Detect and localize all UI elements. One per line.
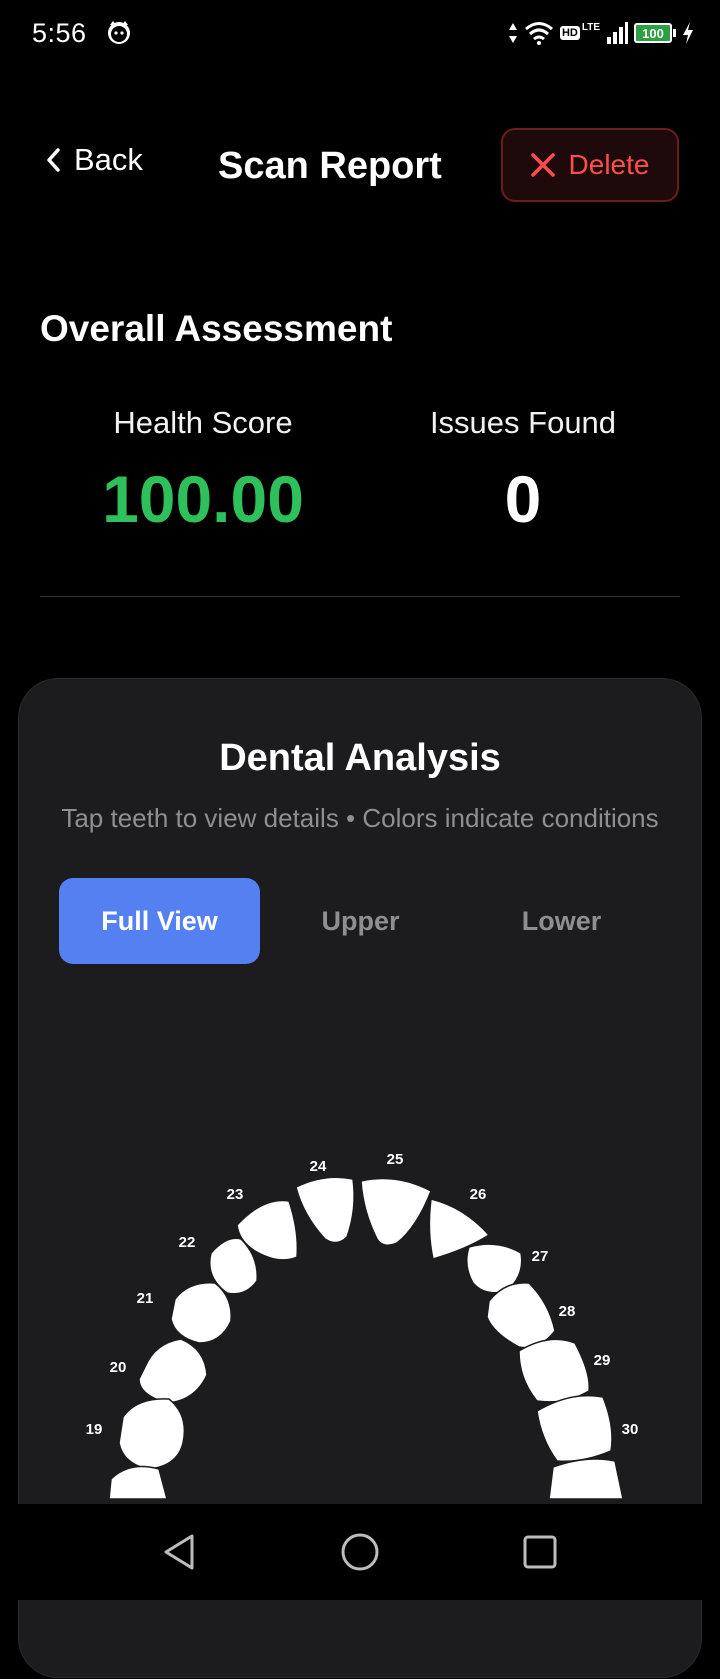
tooth-29[interactable]	[518, 1338, 590, 1403]
tooth-20[interactable]	[138, 1338, 208, 1404]
tooth-label: 28	[559, 1303, 576, 1320]
status-time: 5:56	[32, 18, 87, 48]
tooth-label: 24	[310, 1158, 327, 1175]
tooth-19[interactable]	[118, 1398, 186, 1470]
tooth-label: 21	[137, 1290, 154, 1307]
tooth-label: 20	[110, 1359, 127, 1376]
page-title: Scan Report	[218, 145, 442, 187]
recents-square-icon	[523, 1535, 557, 1569]
tooth-label: 30	[622, 1421, 639, 1438]
issues-found-value: 0	[504, 462, 542, 536]
tooth-label: 22	[179, 1234, 196, 1251]
health-score-metric: Health Score 100.00	[53, 405, 353, 537]
tooth-24[interactable]	[295, 1176, 355, 1244]
back-triangle-icon	[164, 1534, 194, 1570]
tooth-21[interactable]	[170, 1282, 232, 1344]
data-arrows-icon	[508, 23, 517, 43]
tooth-label: 26	[470, 1186, 487, 1203]
nav-back-button[interactable]	[150, 1522, 210, 1582]
home-circle-icon	[341, 1533, 379, 1571]
health-score-value: 100.00	[102, 462, 304, 536]
issues-found-label: Issues Found	[429, 405, 617, 440]
nav-recents-button[interactable]	[510, 1522, 570, 1582]
delete-button[interactable]: Delete	[501, 128, 679, 202]
health-score-label: Health Score	[113, 405, 293, 440]
tooth-label: 23	[227, 1186, 244, 1203]
close-icon	[530, 153, 555, 177]
divider	[40, 596, 680, 597]
tooth-label: 29	[594, 1352, 611, 1369]
tooth-label: 19	[86, 1421, 103, 1438]
tooth-25[interactable]	[360, 1177, 432, 1246]
battery-icon: 100	[634, 23, 676, 43]
nav-home-button[interactable]	[330, 1522, 390, 1582]
wifi-icon	[524, 22, 553, 45]
back-label: Back	[74, 142, 143, 177]
battery-level: 100	[642, 25, 664, 41]
delete-label: Delete	[568, 149, 650, 180]
tooth-label: 25	[387, 1151, 404, 1168]
tooth-partial-right	[548, 1458, 624, 1500]
charging-icon	[683, 22, 693, 44]
header: Back Scan Report Delete	[0, 120, 720, 210]
tooth-partial-left	[108, 1465, 168, 1500]
signal-icon	[607, 22, 628, 44]
cat-notification-icon	[108, 21, 130, 44]
chevron-left-icon	[47, 148, 60, 172]
hd-badge: HD	[559, 26, 580, 40]
issues-found-metric: Issues Found 0	[373, 405, 673, 537]
system-nav-bar	[0, 1504, 720, 1600]
status-icons: HD LTE 100	[508, 16, 694, 50]
assessment-title: Overall Assessment	[40, 308, 393, 349]
tooth-label: 27	[532, 1248, 549, 1265]
network-type: LTE	[581, 21, 600, 33]
tooth-28[interactable]	[486, 1282, 556, 1349]
status-bar: 5:56 HD LTE 100	[0, 0, 720, 70]
back-button[interactable]: Back	[46, 142, 143, 178]
network-badge: HD LTE	[559, 22, 600, 40]
tooth-30[interactable]	[536, 1394, 613, 1463]
